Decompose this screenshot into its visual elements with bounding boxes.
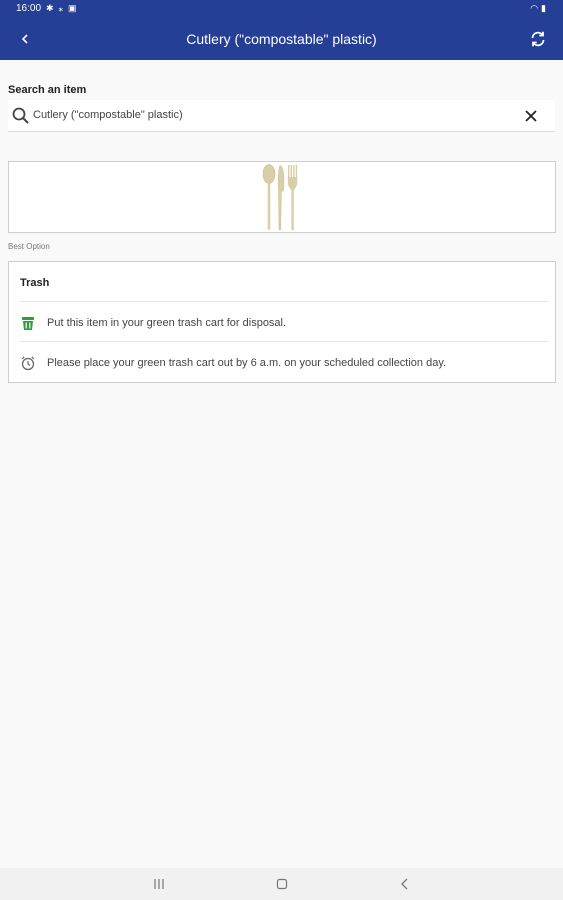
battery-icon: ▮	[541, 3, 549, 13]
status-bar: 16:00 ✱⁎▣ ◠▮	[0, 0, 563, 18]
status-system-icons: ◠▮	[530, 3, 549, 14]
back-button[interactable]	[10, 24, 40, 54]
bluetooth-icon: ⁎	[58, 3, 69, 13]
status-notification-icons: ✱⁎▣	[46, 3, 82, 14]
alarm-clock-icon	[21, 356, 35, 371]
search-box	[8, 100, 555, 132]
search-icon	[12, 107, 29, 124]
divider	[20, 341, 548, 342]
chevron-left-icon	[21, 34, 28, 44]
row-text: Put this item in your green trash cart f…	[47, 317, 287, 329]
recent-apps-button[interactable]	[144, 874, 174, 894]
nav-back-button[interactable]	[390, 874, 420, 894]
clipboard-icon: ▣	[68, 3, 82, 13]
back-icon	[401, 878, 408, 890]
home-icon	[276, 878, 288, 890]
settings-icon: ✱	[46, 3, 59, 13]
clear-search-button[interactable]	[521, 106, 541, 126]
refresh-icon	[531, 31, 545, 47]
item-image-card	[8, 161, 556, 233]
refresh-button[interactable]	[523, 24, 553, 54]
divider	[20, 301, 548, 302]
cutlery-image	[262, 164, 298, 231]
result-title: Trash	[20, 277, 50, 289]
trash-cart-icon	[22, 317, 34, 330]
wifi-icon: ◠	[530, 3, 542, 13]
system-nav-bar	[0, 868, 563, 900]
close-icon	[525, 110, 537, 122]
best-option-label: Best Option	[8, 242, 50, 251]
row-text: Please place your green trash cart out b…	[47, 357, 447, 369]
status-time: 16:00	[16, 3, 42, 14]
search-label: Search an item	[8, 84, 87, 96]
result-card: Trash Put this item in your green trash …	[8, 261, 556, 383]
home-button[interactable]	[267, 874, 297, 894]
recent-apps-icon	[154, 879, 164, 889]
app-bar: Cutlery ("compostable" plastic)	[0, 18, 563, 60]
search-input[interactable]	[33, 104, 503, 126]
page-title: Cutlery ("compostable" plastic)	[186, 31, 377, 47]
